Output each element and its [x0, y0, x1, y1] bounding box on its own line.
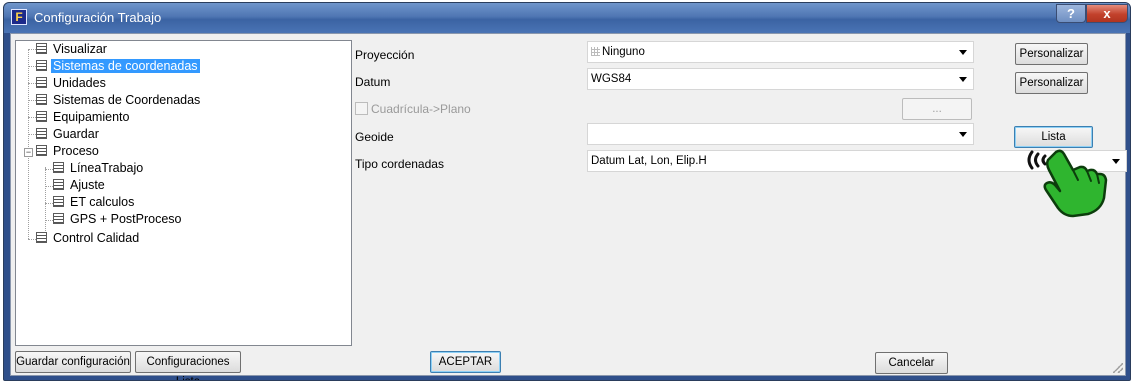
dropdown-arrow-icon	[1112, 159, 1120, 164]
dropdown-arrow-icon	[959, 50, 967, 55]
list-node-icon	[36, 94, 47, 105]
tap-wave-icon	[1041, 154, 1047, 166]
dialog-window: F Configuración Trabajo ? x Visualizar S…	[3, 2, 1131, 381]
configuraciones-lista-button[interactable]: Configuraciones Lista	[135, 351, 241, 380]
geoide-select[interactable]	[587, 123, 974, 145]
tree-item-label: ET calculos	[70, 195, 135, 209]
tree-item-label: LíneaTrabajo	[70, 161, 144, 175]
cuadricula-browse-button[interactable]: ...	[902, 98, 972, 120]
list-node-icon	[36, 145, 47, 156]
title-bar[interactable]: F Configuración Trabajo ? x	[4, 3, 1130, 33]
grid-icon	[591, 47, 600, 56]
proyeccion-value: Ninguno	[602, 46, 645, 58]
tree-connector	[28, 117, 36, 118]
dialog-client-area: Visualizar Sistemas de coordenadas Unida…	[10, 33, 1127, 380]
tree-item-label: Guardar	[53, 127, 99, 141]
tree-item-label: Proceso	[53, 144, 99, 158]
tree-connector	[45, 203, 53, 204]
proyeccion-personalizar-button[interactable]: Personalizar	[1015, 43, 1088, 65]
window-title: Configuración Trabajo	[34, 10, 162, 25]
tap-wave-icon	[1034, 152, 1040, 168]
list-node-icon	[53, 162, 64, 173]
tree-item-control-calidad[interactable]: Control Calidad	[36, 230, 141, 247]
cuadricula-checkbox[interactable]	[355, 102, 368, 115]
tree-connector	[28, 239, 36, 240]
tree-connector	[28, 83, 36, 84]
aceptar-button[interactable]: ACEPTAR	[430, 351, 501, 373]
guardar-configuracion-button[interactable]: Guardar configuración	[15, 351, 131, 373]
list-node-icon	[36, 77, 47, 88]
tree-item-sistemas-de-coordenadas[interactable]: Sistemas de coordenadas	[36, 58, 200, 75]
settings-tree[interactable]: Visualizar Sistemas de coordenadas Unida…	[15, 40, 352, 346]
tree-connector	[28, 49, 29, 239]
list-node-icon	[53, 179, 64, 190]
datum-label: Datum	[355, 75, 391, 89]
list-node-icon	[36, 232, 47, 243]
tree-item-label: Equipamiento	[53, 110, 130, 124]
tree-connector	[28, 49, 36, 50]
datum-value: WGS84	[591, 73, 632, 85]
tree-item-label: Sistemas de Coordenadas	[53, 93, 201, 107]
proyeccion-label: Proyección	[355, 48, 415, 62]
tree-item-visualizar[interactable]: Visualizar	[36, 41, 109, 58]
list-node-icon	[36, 111, 47, 122]
pointing-hand-icon	[1027, 149, 1108, 218]
tree-item-equipamiento[interactable]: Equipamiento	[36, 109, 131, 126]
tree-item-label: Ajuste	[70, 178, 105, 192]
help-button[interactable]: ?	[1056, 4, 1086, 23]
dropdown-arrow-icon	[959, 77, 967, 82]
collapse-expander-icon[interactable]: −	[24, 148, 33, 157]
dropdown-arrow-icon	[959, 132, 967, 137]
list-node-icon	[36, 128, 47, 139]
tree-item-unidades[interactable]: Unidades	[36, 75, 108, 92]
list-node-icon	[53, 196, 64, 207]
tree-connector	[45, 220, 53, 221]
tree-item-ajuste[interactable]: Ajuste	[53, 177, 107, 194]
tree-item-label: Visualizar	[53, 42, 107, 56]
geoide-label: Geoide	[355, 130, 394, 144]
app-icon: F	[11, 9, 27, 25]
tap-wave-icon	[1027, 150, 1034, 170]
tree-connector	[45, 169, 53, 170]
resize-grip[interactable]	[1113, 363, 1123, 373]
datum-personalizar-button[interactable]: Personalizar	[1015, 72, 1088, 94]
tree-connector	[28, 134, 36, 135]
tree-item-label: Sistemas de coordenadas	[51, 59, 200, 73]
tree-item-label: GPS + PostProceso	[70, 212, 182, 226]
cuadricula-label: Cuadrícula->Plano	[371, 102, 471, 116]
tree-item-sistemas-de-coordenadas-2[interactable]: Sistemas de Coordenadas	[36, 92, 202, 109]
tree-item-proceso[interactable]: Proceso	[36, 143, 101, 160]
tree-item-label: Unidades	[53, 76, 106, 90]
tree-connector	[45, 186, 53, 187]
close-button[interactable]: x	[1086, 4, 1128, 23]
tree-item-gps-postproceso[interactable]: GPS + PostProceso	[53, 211, 184, 228]
tipo-cordenadas-value: Datum Lat, Lon, Elip.H	[591, 155, 707, 167]
tree-connector	[28, 66, 36, 67]
tree-item-label: Control Calidad	[53, 231, 140, 245]
tree-connector	[28, 100, 36, 101]
tree-item-guardar[interactable]: Guardar	[36, 126, 101, 143]
tree-item-et-calculos[interactable]: ET calculos	[53, 194, 136, 211]
tree-item-lineatrabajo[interactable]: LíneaTrabajo	[53, 160, 145, 177]
proyeccion-select[interactable]: Ninguno	[587, 41, 974, 63]
datum-select[interactable]: WGS84	[587, 68, 974, 90]
list-node-icon	[53, 213, 64, 224]
list-node-icon	[36, 60, 47, 71]
cancelar-button[interactable]: Cancelar	[875, 352, 948, 374]
tipo-cordenadas-label: Tipo cordenadas	[355, 157, 444, 171]
list-node-icon	[36, 43, 47, 54]
